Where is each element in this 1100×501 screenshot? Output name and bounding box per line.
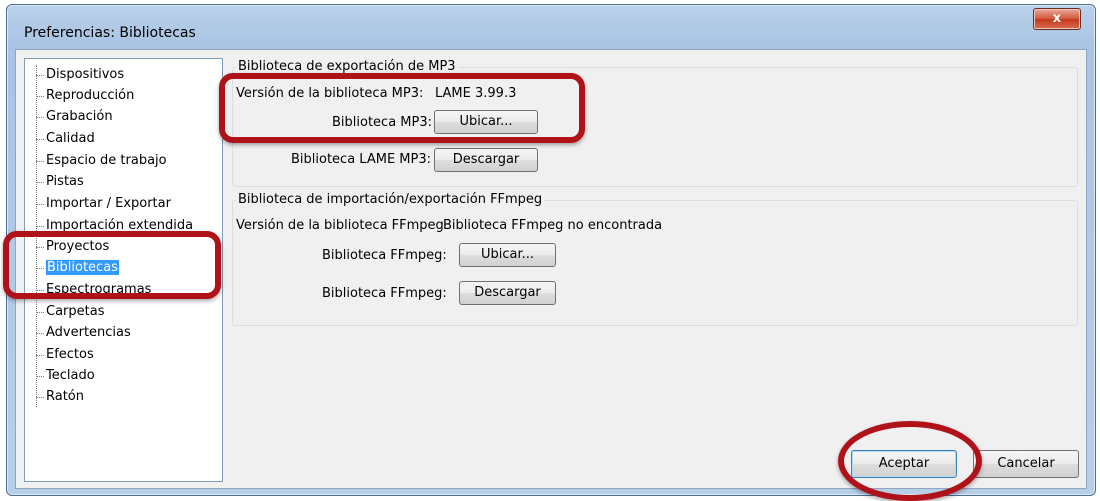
- lame-mp3-label: Biblioteca LAME MP3:: [291, 152, 432, 167]
- title-bar[interactable]: Preferencias: Bibliotecas x: [7, 5, 1095, 49]
- tree-item-efectos[interactable]: Efectos: [36, 345, 94, 365]
- ffmpeg-download-label: Biblioteca FFmpeg:: [322, 286, 447, 301]
- ffmpeg-locate-button[interactable]: Ubicar...: [459, 243, 556, 267]
- cancel-button[interactable]: Cancelar: [973, 450, 1079, 478]
- aceptar-highlight-annotation: [838, 421, 982, 501]
- ffmpeg-library-label: Biblioteca FFmpeg:: [322, 248, 447, 263]
- tree-item-reproduccion[interactable]: Reproducción: [36, 86, 134, 106]
- tree-item-label: Teclado: [46, 368, 95, 383]
- tree-item-label: Carpetas: [46, 304, 105, 319]
- tree-item-label: Grabación: [46, 109, 113, 124]
- tree-item-importar-exportar[interactable]: Importar / Exportar: [36, 194, 171, 214]
- ffmpeg-version-label: Versión de la biblioteca FFmpeg: [236, 218, 444, 233]
- ffmpeg-version-value: Biblioteca FFmpeg no encontrada: [443, 218, 663, 233]
- tree-item-raton[interactable]: Ratón: [36, 387, 84, 407]
- tree-item-calidad[interactable]: Calidad: [36, 129, 95, 149]
- ffmpeg-download-button[interactable]: Descargar: [459, 281, 556, 305]
- tree-item-label: Importar / Exportar: [46, 196, 171, 211]
- tree-item-pistas[interactable]: Pistas: [36, 172, 84, 192]
- close-button[interactable]: x: [1033, 8, 1081, 30]
- tree-item-label: Pistas: [46, 174, 84, 189]
- tree-item-label: Dispositivos: [46, 67, 125, 82]
- mp3-highlight-annotation: [219, 73, 585, 143]
- tree-item-dispositivos[interactable]: Dispositivos: [36, 65, 124, 85]
- tree-item-teclado[interactable]: Teclado: [36, 366, 95, 386]
- mp3-group-title: Biblioteca de exportación de MP3: [236, 59, 458, 74]
- lame-download-button[interactable]: Descargar: [434, 148, 538, 172]
- window-title: Preferencias: Bibliotecas: [24, 25, 196, 41]
- tree-item-grabacion[interactable]: Grabación: [36, 107, 113, 127]
- tree-item-label: Efectos: [46, 347, 94, 362]
- bibliotecas-highlight-annotation: [3, 231, 221, 299]
- tree-item-label: Reproducción: [46, 88, 135, 103]
- close-icon: x: [1052, 11, 1062, 26]
- tree-item-label: Calidad: [46, 131, 95, 146]
- ffmpeg-group-title: Biblioteca de importación/exportación FF…: [236, 192, 545, 207]
- tree-item-label: Advertencias: [46, 325, 131, 340]
- tree-item-espacio-de-trabajo[interactable]: Espacio de trabajo: [36, 151, 167, 171]
- tree-item-label: Espacio de trabajo: [46, 153, 167, 168]
- tree-item-label: Ratón: [46, 389, 85, 404]
- tree-item-advertencias[interactable]: Advertencias: [36, 323, 131, 343]
- tree-item-carpetas[interactable]: Carpetas: [36, 302, 104, 322]
